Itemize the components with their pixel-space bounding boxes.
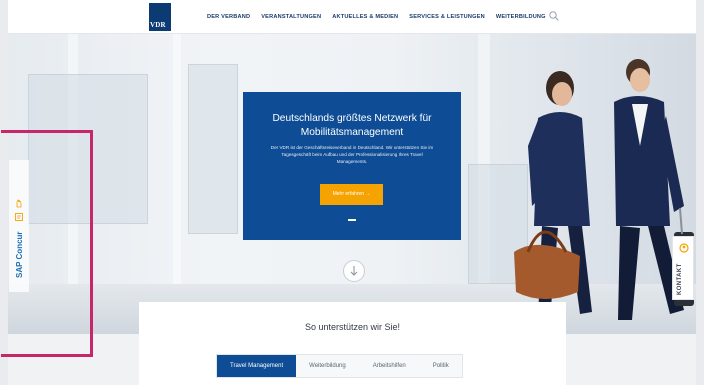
main-nav: DER VERBAND VERANSTALTUNGEN AKTUELLES & … (207, 0, 546, 34)
vdr-logo[interactable]: VDR (149, 3, 171, 31)
hero-description: Der VDR ist der Geschäftsreiseverband in… (270, 145, 434, 165)
section-title: So unterstützen wir Sie! (304, 322, 401, 332)
nav-item-services-leistungen[interactable]: SERVICES & LEISTUNGEN (409, 14, 485, 20)
contact-icon (679, 243, 689, 253)
nav-item-aktuelles-medien[interactable]: AKTUELLES & MEDIEN (332, 14, 398, 20)
tab-arbeitshilfen[interactable]: Arbeitshilfen (359, 355, 420, 377)
nav-item-veranstaltungen[interactable]: VERANSTALTUNGEN (261, 14, 321, 20)
kontakt-label: KONTAKT (677, 263, 683, 295)
hero-title: Deutschlands größtes Netzwerk für Mobili… (272, 113, 432, 138)
nav-item-weiterbildung[interactable]: WEITERBILDUNG (496, 14, 546, 20)
support-section: So unterstützen wir Sie! Travel Manageme… (139, 302, 566, 385)
tab-weiterbildung[interactable]: Weiterbildung (296, 355, 359, 377)
kontakt-side-tab[interactable]: KONTAKT (672, 236, 694, 300)
hero-teaser-box: Deutschlands größtes Netzwerk für Mobili… (243, 92, 461, 240)
mehr-erfahren-button[interactable]: Mehr erfahren → (320, 184, 383, 205)
tab-politik[interactable]: Politik (420, 355, 462, 377)
arrow-down-icon (350, 266, 358, 276)
logo-text: VDR (150, 21, 166, 29)
search-icon[interactable] (549, 11, 559, 21)
slider-indicator[interactable] (348, 219, 356, 221)
travelers-illustration (514, 59, 694, 320)
nav-item-der-verband[interactable]: DER VERBAND (207, 14, 250, 20)
right-background-strip (566, 334, 696, 385)
site-header: VDR DER VERBAND VERANSTALTUNGEN AKTUELLE… (8, 0, 696, 34)
highlight-frame (1, 130, 93, 357)
tab-travel-management[interactable]: Travel Management (217, 355, 297, 377)
page: VDR DER VERBAND VERANSTALTUNGEN AKTUELLE… (0, 0, 704, 385)
scroll-down-button[interactable] (343, 260, 365, 282)
section-tabs: Travel Management Weiterbildung Arbeitsh… (216, 354, 463, 378)
